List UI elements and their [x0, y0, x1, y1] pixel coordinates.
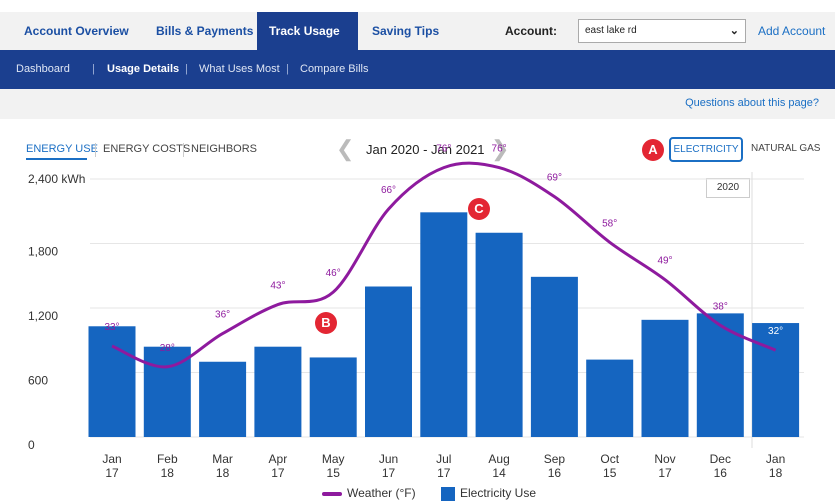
subnav-dashboard[interactable]: Dashboard: [16, 50, 70, 89]
chevron-down-icon: ⌄: [729, 25, 739, 37]
subnav-separator: |: [185, 63, 188, 75]
previous-period-icon[interactable]: ❮: [336, 136, 354, 162]
tab-track-usage[interactable]: Track Usage: [257, 12, 358, 50]
year-divider-label: 2020: [706, 178, 750, 198]
add-account-link[interactable]: Add Account: [758, 12, 825, 50]
electricity-toggle[interactable]: ELECTRICITY: [669, 137, 743, 162]
account-label: Account:: [505, 24, 557, 38]
toggle-neighbors[interactable]: NEIGHBORS: [191, 143, 257, 155]
subnav-what-uses-most[interactable]: What Uses Most: [199, 50, 280, 89]
marker-b: B: [315, 312, 337, 334]
marker-c: C: [468, 198, 490, 220]
natural-gas-toggle[interactable]: NATURAL GAS: [751, 143, 820, 154]
period-label: Jan 2020 - Jan 2021: [366, 142, 485, 157]
subnav-separator: |: [286, 63, 289, 75]
top-navigation: Account Overview Bills & Payments Track …: [0, 0, 835, 50]
toggle-energy-costs[interactable]: ENERGY COSTS: [103, 143, 190, 155]
tab-account-overview[interactable]: Account Overview: [12, 12, 141, 50]
tab-saving-tips[interactable]: Saving Tips: [360, 12, 451, 50]
questions-link[interactable]: Questions about this page?: [685, 97, 819, 109]
legend-electricity-swatch: [441, 487, 455, 501]
tab-bills-payments[interactable]: Bills & Payments: [144, 12, 265, 50]
marker-a: A: [642, 139, 664, 161]
toggle-energy-use[interactable]: ENERGY USE: [26, 143, 98, 155]
subnav-usage-details[interactable]: Usage Details: [107, 50, 179, 89]
account-select[interactable]: east lake rd ⌄: [578, 19, 746, 43]
active-underline: [26, 158, 87, 160]
sub-navigation: Dashboard | Usage Details | What Uses Mo…: [0, 50, 835, 95]
legend-weather-swatch: [322, 492, 342, 496]
legend-weather-label: Weather (°F): [347, 486, 416, 500]
account-select-value: east lake rd: [585, 25, 637, 36]
subnav-separator: |: [92, 63, 95, 75]
legend-electricity-label: Electricity Use: [460, 486, 537, 500]
usage-panel: [10, 119, 835, 504]
subnav-compare-bills[interactable]: Compare Bills: [300, 50, 368, 89]
next-period-icon[interactable]: ❯: [491, 136, 509, 162]
divider: [95, 143, 96, 157]
divider: [183, 143, 184, 157]
